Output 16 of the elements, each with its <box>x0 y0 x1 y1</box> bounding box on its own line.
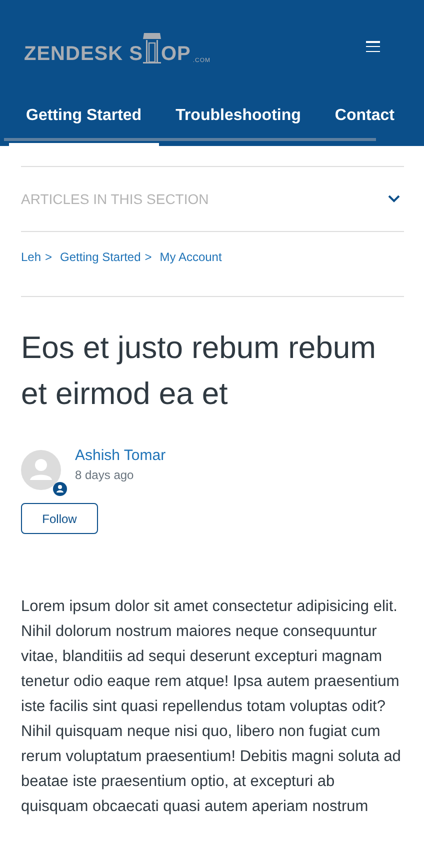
nav-tab[interactable]: Contact <box>318 107 412 146</box>
post-date: 8 days ago <box>75 468 135 482</box>
breadcrumb-link[interactable]: My Account <box>160 250 222 264</box>
user-badge-icon <box>53 482 67 496</box>
breadcrumb-link[interactable]: Getting Started <box>60 250 141 264</box>
breadcrumb-separator: > <box>144 250 152 264</box>
chevron-icon <box>388 195 400 203</box>
menu-icon[interactable] <box>366 41 380 52</box>
article-body: Lorem ipsum dolor sit amet consectetur adipisicing elit. Nihil dolorum nostrum maiores neque consequuntur vitae, blanditiis ad sequi deserunt excepturi magnam tenetur odio eaque rem atque! Ipsa autem praesentium iste facilis sint quasi repellendus totam voluptas odit? Nihil quisquam neque nisi quo, libero non fugiat cum rerum voluptatum praesentium! Debitis magni soluta ad beatae iste praesentium optio, at excepturi ab quisquam obcaecati quasi autem aperiam nostrum <box>21 597 402 817</box>
breadcrumb-link[interactable]: Leh <box>21 250 42 264</box>
nav-tab[interactable]: Troubleshooting <box>158 107 318 146</box>
author-name[interactable]: Ashish Tomar <box>75 447 166 464</box>
user-silhouette-icon <box>30 459 52 480</box>
article-title: Eos et justo rebum rebum et eirmod ea et <box>21 329 377 413</box>
follow-button[interactable]: Follow <box>21 503 98 534</box>
breadcrumb-separator: > <box>45 250 52 264</box>
